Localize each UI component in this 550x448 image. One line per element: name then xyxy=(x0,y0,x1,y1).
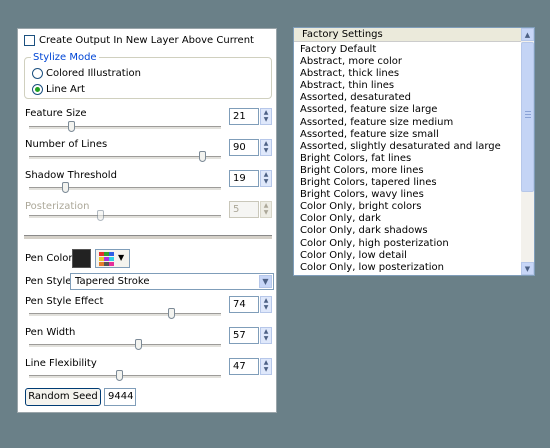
factory-preset-item[interactable]: Assorted, slightly desaturated and large xyxy=(300,141,520,153)
shadow-threshold-label: Shadow Threshold xyxy=(25,170,117,181)
spin-down-icon[interactable]: ▼ xyxy=(261,178,271,185)
factory-preset-item[interactable]: Bright Colors, wavy lines xyxy=(300,189,520,201)
posterization-slider-thumb xyxy=(97,210,105,221)
line-flexibility-input[interactable]: 47 xyxy=(229,358,259,375)
factory-settings-list[interactable]: Factory Settings Factory Default Abstract… xyxy=(293,27,535,276)
factory-preset-item[interactable]: Factory Default xyxy=(300,44,520,56)
posterization-track xyxy=(29,215,221,219)
factory-preset-item[interactable]: Bright Colors, tapered lines xyxy=(300,177,520,189)
factory-preset-item[interactable]: Assorted, feature size large xyxy=(300,104,520,116)
factory-preset-item[interactable]: Color Only, low posterization xyxy=(300,262,520,274)
pen-width-spinner[interactable]: ▲ ▼ xyxy=(260,327,272,344)
spin-up-icon[interactable]: ▲ xyxy=(261,140,271,147)
factory-preset-item[interactable]: Color Only, bright colors xyxy=(300,201,520,213)
pen-color-label: Pen Color xyxy=(25,253,73,264)
pen-color-swatch[interactable] xyxy=(72,249,91,268)
scroll-down-icon[interactable]: ▼ xyxy=(521,262,534,275)
feature-size-slider-thumb[interactable] xyxy=(68,121,76,132)
palette-dropdown-button[interactable]: ▼ xyxy=(95,249,130,268)
pen-style-value: Tapered Stroke xyxy=(75,276,150,287)
create-output-label[interactable]: Create Output In New Layer Above Current xyxy=(39,35,254,46)
chevron-down-icon[interactable]: ▼ xyxy=(259,275,272,288)
pen-style-effect-spinner[interactable]: ▲ ▼ xyxy=(260,296,272,313)
dropdown-arrow-icon: ▼ xyxy=(118,253,125,262)
radio-colored-illustration-label[interactable]: Colored Illustration xyxy=(46,68,141,79)
factory-settings-header: Factory Settings xyxy=(294,28,522,42)
factory-settings-items: Factory Default Abstract, more color Abstr… xyxy=(300,44,520,274)
factory-preset-item[interactable]: Color Only, dark shadows xyxy=(300,225,520,237)
shadow-threshold-slider-thumb[interactable] xyxy=(62,182,70,193)
pen-style-select[interactable]: Tapered Stroke ▼ xyxy=(70,273,274,290)
factory-preset-item[interactable]: Color Only, high posterization xyxy=(300,238,520,250)
pen-style-effect-label: Pen Style Effect xyxy=(25,296,104,307)
spin-up-icon[interactable]: ▲ xyxy=(261,297,271,304)
pen-width-input[interactable]: 57 xyxy=(229,327,259,344)
pen-width-label: Pen Width xyxy=(25,327,76,338)
factory-preset-item[interactable]: Abstract, thin lines xyxy=(300,80,520,92)
spin-down-icon: ▼ xyxy=(263,209,269,216)
spin-up-icon[interactable]: ▲ xyxy=(261,359,271,366)
number-of-lines-label: Number of Lines xyxy=(25,139,108,150)
number-of-lines-spinner[interactable]: ▲ ▼ xyxy=(260,139,272,156)
settings-panel: Create Output In New Layer Above Current… xyxy=(17,28,277,413)
spin-down-icon[interactable]: ▼ xyxy=(261,335,271,342)
factory-preset-item[interactable]: Color Only, dark xyxy=(300,213,520,225)
section-divider xyxy=(24,235,272,240)
random-seed-input[interactable]: 9444 xyxy=(104,388,136,406)
spin-up-icon: ▲ xyxy=(263,202,269,209)
pen-style-effect-track[interactable] xyxy=(29,313,221,317)
feature-size-spinner[interactable]: ▲ ▼ xyxy=(260,108,272,125)
spin-down-icon[interactable]: ▼ xyxy=(261,366,271,373)
factory-preset-item[interactable]: Bright Colors, more lines xyxy=(300,165,520,177)
number-of-lines-track[interactable] xyxy=(29,156,221,160)
posterization-label: Posterization xyxy=(25,201,90,212)
posterization-spinner: ▲ ▼ xyxy=(260,201,272,218)
radio-line-art-label[interactable]: Line Art xyxy=(46,84,85,95)
shadow-threshold-track[interactable] xyxy=(29,187,221,191)
spin-down-icon[interactable]: ▼ xyxy=(261,147,271,154)
factory-preset-item[interactable]: Assorted, desaturated xyxy=(300,92,520,104)
line-flexibility-spinner[interactable]: ▲ ▼ xyxy=(260,358,272,375)
posterization-input: 5 xyxy=(229,201,259,218)
pen-style-effect-slider-thumb[interactable] xyxy=(168,308,176,319)
spin-up-icon[interactable]: ▲ xyxy=(261,171,271,178)
number-of-lines-slider-thumb[interactable] xyxy=(198,151,206,162)
scroll-up-icon[interactable]: ▲ xyxy=(521,28,534,41)
create-output-checkbox[interactable] xyxy=(24,35,35,46)
number-of-lines-input[interactable]: 90 xyxy=(229,139,259,156)
spin-down-icon[interactable]: ▼ xyxy=(261,116,271,123)
factory-preset-item[interactable]: Assorted, feature size small xyxy=(300,129,520,141)
random-seed-button[interactable]: Random Seed xyxy=(25,388,101,406)
pen-style-effect-input[interactable]: 74 xyxy=(229,296,259,313)
stylize-mode-title: Stylize Mode xyxy=(31,52,99,63)
feature-size-label: Feature Size xyxy=(25,108,87,119)
spin-up-icon[interactable]: ▲ xyxy=(261,109,271,116)
shadow-threshold-spinner[interactable]: ▲ ▼ xyxy=(260,170,272,187)
feature-size-input[interactable]: 21 xyxy=(229,108,259,125)
line-flexibility-track[interactable] xyxy=(29,375,221,379)
radio-line-art[interactable] xyxy=(32,84,43,95)
feature-size-track[interactable] xyxy=(29,126,221,130)
spin-up-icon[interactable]: ▲ xyxy=(261,328,271,335)
factory-preset-item[interactable]: Assorted, feature size medium xyxy=(300,117,520,129)
spin-down-icon[interactable]: ▼ xyxy=(261,304,271,311)
factory-preset-item[interactable]: Color Only, low detail xyxy=(300,250,520,262)
list-scrollbar[interactable]: ▲ ▼ xyxy=(521,28,534,275)
shadow-threshold-input[interactable]: 19 xyxy=(229,170,259,187)
line-flexibility-slider-thumb[interactable] xyxy=(116,370,124,381)
line-flexibility-label: Line Flexibility xyxy=(25,358,97,369)
factory-preset-item[interactable]: Abstract, more color xyxy=(300,56,520,68)
factory-preset-item[interactable]: Bright Colors, fat lines xyxy=(300,153,520,165)
pen-style-label: Pen Style: xyxy=(25,276,75,287)
palette-grid-icon xyxy=(99,252,114,266)
scrollbar-thumb[interactable] xyxy=(521,42,534,192)
factory-preset-item[interactable]: Abstract, thick lines xyxy=(300,68,520,80)
pen-width-track[interactable] xyxy=(29,344,221,348)
radio-colored-illustration[interactable] xyxy=(32,68,43,79)
pen-width-slider-thumb[interactable] xyxy=(135,339,143,350)
